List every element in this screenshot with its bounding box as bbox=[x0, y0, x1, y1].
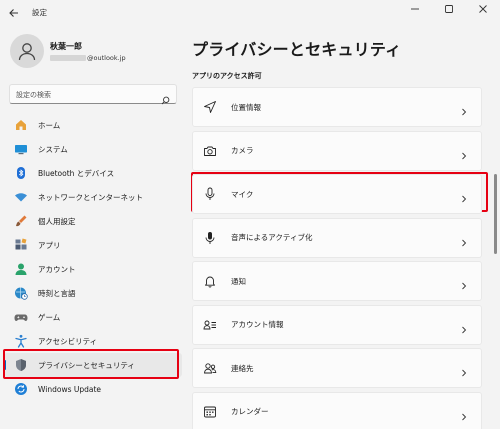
maximize-button[interactable] bbox=[432, 0, 466, 18]
row-label: カレンダー bbox=[231, 407, 269, 416]
sidebar-item-label: 時刻と言語 bbox=[38, 288, 76, 298]
title-bar: 設定 bbox=[0, 0, 500, 26]
row-label: マイク bbox=[231, 189, 254, 199]
update-icon bbox=[14, 382, 28, 396]
sidebar-item-bluetooth[interactable]: Bluetooth とデバイス bbox=[4, 161, 182, 185]
row-label: 位置情報 bbox=[231, 102, 261, 112]
bell-icon bbox=[202, 273, 218, 289]
window-title: 設定 bbox=[32, 8, 47, 17]
row-notifications[interactable]: 通知 bbox=[192, 261, 482, 301]
sidebar-item-system[interactable]: システム bbox=[4, 137, 182, 161]
calendar-icon bbox=[202, 404, 218, 420]
sidebar-item-label: ホーム bbox=[38, 120, 61, 130]
sidebar-item-accounts[interactable]: アカウント bbox=[4, 257, 182, 281]
sidebar-item-label: Windows Update bbox=[38, 384, 102, 394]
row-contacts[interactable]: 連絡先 bbox=[192, 348, 482, 388]
sidebar-item-network[interactable]: ネットワークとインターネット bbox=[4, 185, 182, 209]
bluetooth-icon bbox=[14, 166, 28, 180]
row-label: アカウント情報 bbox=[231, 320, 284, 329]
sidebar-item-label: アプリ bbox=[38, 240, 61, 250]
monitor-icon bbox=[14, 142, 28, 156]
chevron-right-icon bbox=[459, 146, 469, 159]
main-content: プライバシーとセキュリティ アプリのアクセス許可 位置情報 カメラ マイク 音声… bbox=[186, 26, 500, 429]
minimize-button[interactable] bbox=[398, 0, 432, 18]
sidebar-item-label: システム bbox=[38, 144, 68, 154]
chevron-right-icon bbox=[459, 320, 469, 333]
page-title: プライバシーとセキュリティ bbox=[192, 40, 402, 59]
user-email: @outlook.jp bbox=[50, 54, 126, 62]
apps-icon bbox=[14, 238, 28, 252]
sidebar-item-label: Bluetooth とデバイス bbox=[38, 168, 115, 178]
sidebar-item-time-language[interactable]: 時刻と言語 bbox=[4, 281, 182, 305]
settings-window: 設定 秋葉一郎 @outlook.jp 設定の検索 ホーム システム Bluet… bbox=[0, 0, 500, 429]
row-label: 連絡先 bbox=[231, 363, 254, 373]
globe-clock-icon bbox=[14, 286, 28, 300]
sidebar-item-label: ネットワークとインターネット bbox=[38, 192, 143, 202]
chevron-right-icon bbox=[459, 363, 469, 377]
sidebar-item-apps[interactable]: アプリ bbox=[4, 233, 182, 257]
chevron-right-icon bbox=[459, 102, 469, 116]
camera-icon bbox=[202, 143, 218, 159]
sidebar-item-label: アカウント bbox=[38, 264, 76, 274]
chevron-right-icon bbox=[459, 407, 469, 420]
highlight-privacy-security bbox=[3, 349, 179, 379]
search-icon[interactable] bbox=[161, 90, 170, 105]
microphone-icon bbox=[202, 186, 218, 202]
back-arrow-icon[interactable] bbox=[6, 5, 22, 21]
location-arrow-icon bbox=[202, 99, 218, 115]
row-voice-activation[interactable]: 音声によるアクティブ化 bbox=[192, 217, 482, 258]
row-calendar[interactable]: カレンダー bbox=[192, 391, 482, 429]
sidebar-item-label: アクセシビリティ bbox=[38, 336, 98, 346]
sidebar-item-home[interactable]: ホーム bbox=[4, 113, 182, 137]
chevron-right-icon bbox=[459, 276, 469, 290]
voice-activation-icon bbox=[202, 230, 218, 246]
sidebar-item-label: ゲーム bbox=[38, 312, 61, 322]
user-email-suffix: @outlook.jp bbox=[87, 54, 126, 62]
email-redaction bbox=[50, 55, 86, 61]
brush-icon bbox=[14, 214, 28, 228]
row-label: カメラ bbox=[231, 146, 254, 155]
sidebar-item-windows-update[interactable]: Windows Update bbox=[4, 377, 182, 401]
row-camera[interactable]: カメラ bbox=[192, 130, 482, 171]
user-name: 秋葉一郎 bbox=[50, 42, 82, 51]
contacts-icon bbox=[202, 360, 218, 376]
permission-list: 位置情報 カメラ マイク 音声によるアクティブ化 通知 アカウント情報 連絡先 … bbox=[192, 87, 482, 429]
sidebar-item-gaming[interactable]: ゲーム bbox=[4, 305, 182, 329]
home-icon bbox=[14, 118, 28, 132]
search-placeholder: 設定の検索 bbox=[16, 91, 51, 99]
row-location[interactable]: 位置情報 bbox=[192, 87, 482, 127]
row-account-info[interactable]: アカウント情報 bbox=[192, 304, 482, 345]
accessibility-icon bbox=[14, 334, 28, 348]
window-controls bbox=[398, 0, 500, 18]
wifi-icon bbox=[14, 190, 28, 204]
gamepad-icon bbox=[14, 310, 28, 324]
chevron-right-icon bbox=[459, 233, 469, 246]
row-microphone[interactable]: マイク bbox=[192, 174, 482, 214]
sidebar-item-label: 個人用設定 bbox=[38, 216, 76, 226]
row-label: 通知 bbox=[231, 276, 246, 286]
search-input[interactable]: 設定の検索 bbox=[9, 84, 177, 105]
person-icon bbox=[14, 262, 28, 276]
section-heading: アプリのアクセス許可 bbox=[192, 72, 262, 80]
row-label: 音声によるアクティブ化 bbox=[231, 233, 313, 242]
close-button[interactable] bbox=[466, 0, 500, 18]
scrollbar[interactable] bbox=[494, 174, 497, 254]
sidebar-item-personalization[interactable]: 個人用設定 bbox=[4, 209, 182, 233]
avatar[interactable] bbox=[10, 34, 44, 68]
chevron-right-icon bbox=[459, 189, 469, 203]
account-info-icon bbox=[202, 317, 218, 333]
